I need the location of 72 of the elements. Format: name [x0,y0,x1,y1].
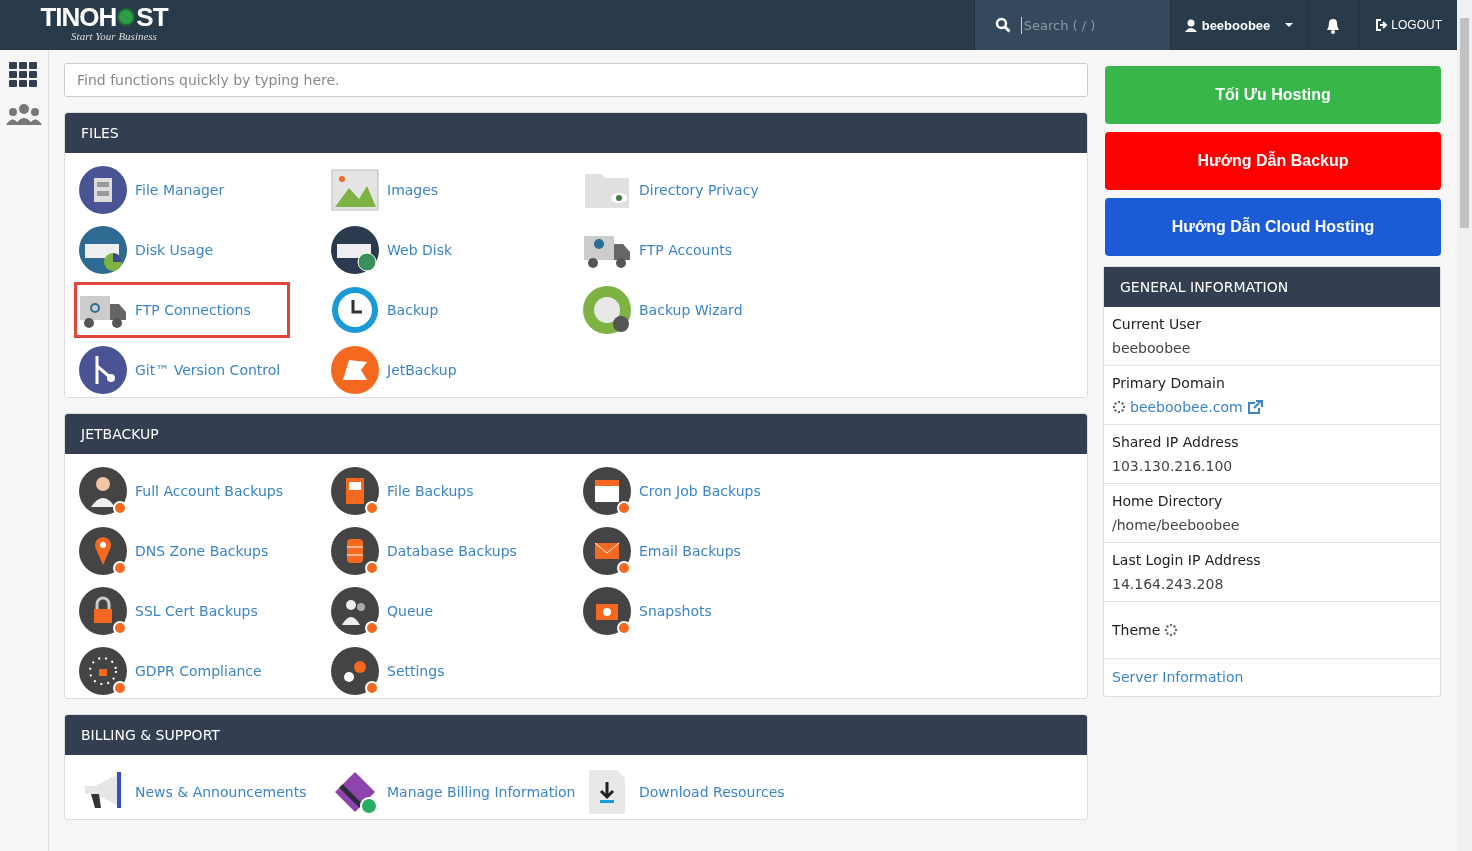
info-value: /home/beeboobee [1112,517,1241,533]
calendar-icon [583,467,631,515]
function-link[interactable]: Full Account Backups [79,466,283,516]
function-link[interactable]: Settings [331,646,445,696]
panel-title: GENERAL INFORMATION [1104,267,1440,307]
logout-button[interactable]: LOGOUT [1358,0,1456,50]
domain-link[interactable]: beeboobee.com [1130,399,1243,415]
envelope-icon [583,527,631,575]
function-link[interactable]: Manage Billing Information [331,767,576,817]
database-icon [331,527,379,575]
web-disk-icon [331,226,379,274]
info-value: 103.130.216.100 [1112,458,1234,474]
function-link[interactable]: News & Announcements [79,767,307,817]
section-title: BILLING & SUPPORT [65,715,1087,755]
promo-button[interactable]: Tối Ưu Hosting [1105,66,1441,124]
logo-tagline: Start Your Business [71,30,157,42]
function-link[interactable]: File Manager [79,165,225,215]
person-icon [79,467,127,515]
function-link[interactable]: Git™ Version Control [79,345,281,395]
info-value: 14.164.243.208 [1112,576,1225,592]
function-link[interactable]: Cron Job Backups [583,466,761,516]
lock-icon [79,587,127,635]
server-information-link[interactable]: Server Information [1112,669,1244,685]
section-title: JETBACKUP [65,414,1087,454]
function-link[interactable]: File Backups [331,466,474,516]
function-link[interactable]: JetBackup [331,345,457,395]
branch-icon [79,346,127,394]
function-link[interactable]: Email Backups [583,526,741,576]
document-icon [331,467,379,515]
section-title: FILES [65,113,1087,153]
image-icon [331,166,379,214]
info-label: Shared IP Address [1112,434,1240,450]
function-link[interactable]: Download Resources [583,767,785,817]
cabinet-icon [79,166,127,214]
disk-usage-icon [79,226,127,274]
function-link[interactable]: Web Disk [331,225,453,275]
function-link[interactable]: Snapshots [583,586,712,636]
function-link[interactable]: FTP Accounts [583,225,733,275]
function-link[interactable]: SSL Cert Backups [79,586,258,636]
spinner-icon [1112,400,1126,414]
function-link[interactable]: Backup [331,285,439,335]
spinner-icon [1164,623,1179,637]
search-icon [994,17,1011,33]
external-link-icon[interactable] [1246,399,1263,415]
grid-icon[interactable] [9,62,39,87]
info-label: Current User [1112,316,1202,332]
user-menu[interactable]: beeboobee [1169,0,1308,50]
pin-icon [79,527,127,575]
function-link[interactable]: Queue [331,586,433,636]
info-label: Last Login IP Address [1112,552,1262,568]
info-label: Theme [1112,622,1161,638]
function-link[interactable]: GDPR Compliance [79,646,262,696]
function-search-field[interactable]: Find functions quickly by typing here. [64,63,1088,97]
logout-icon [1375,19,1389,31]
function-link[interactable]: Database Backups [331,526,517,576]
logo[interactable]: TINOH ST [40,4,168,30]
function-link[interactable]: Disk Usage [79,225,214,275]
info-label: Home Directory [1112,493,1224,509]
users-icon[interactable] [6,103,42,125]
people-icon [331,587,379,635]
caret-icon [1285,23,1294,27]
function-link[interactable]: DNS Zone Backups [79,526,269,576]
function-link[interactable]: Directory Privacy [583,165,759,215]
function-link[interactable]: Backup Wizard [583,285,743,335]
user-icon [1184,18,1197,32]
promo-button[interactable]: Hướng Dẫn Backup [1105,132,1441,190]
function-link[interactable]: FTP Connections [77,285,287,335]
promo-button[interactable]: Hướng Dẫn Cloud Hosting [1105,198,1441,256]
info-label: Primary Domain [1112,375,1226,391]
function-link[interactable]: Images [331,165,439,215]
camera-icon [583,587,631,635]
info-value: beeboobee [1112,340,1192,356]
